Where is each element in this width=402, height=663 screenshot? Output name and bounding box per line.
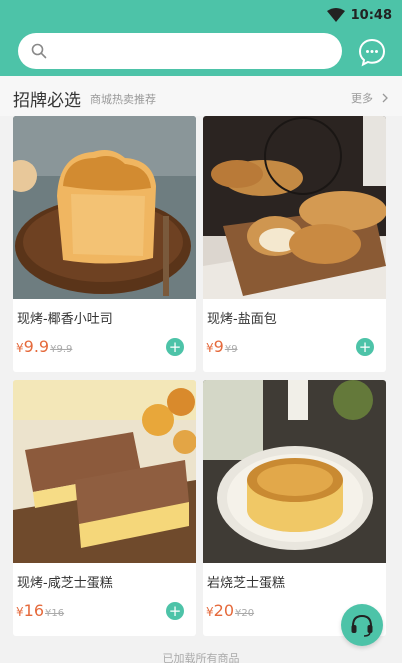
wifi-icon [326,8,345,22]
app-header: 10:48 [0,0,402,76]
chat-icon[interactable] [357,37,387,67]
add-to-cart-button[interactable]: + [166,338,184,356]
product-price: ¥16¥16 [16,601,64,620]
product-price: ¥9¥9 [206,337,238,356]
add-to-cart-button[interactable]: + [166,602,184,620]
original-price: ¥20 [235,608,255,619]
plus-icon: + [168,602,182,620]
product-price: ¥20¥20 [206,601,254,620]
product-name: 现烤-咸芝士蛋糕 [17,576,113,591]
price-value: 9.9 [23,337,50,356]
loaded-all-text: 已加载所有商品 [162,652,240,663]
status-time: 10:48 [350,7,392,23]
product-name: 现烤-盐面包 [207,312,277,327]
section-header: 招牌必选 商城热卖推荐 更多 [0,76,402,116]
headset-icon [351,614,373,637]
product-image-coconut-toast[interactable] [13,116,196,299]
product-card[interactable]: 现烤-咸芝士蛋糕 ¥16¥16 + [13,380,196,636]
original-price: ¥9.9 [50,344,73,355]
currency-symbol: ¥ [206,341,214,355]
section-title: 招牌必选 [13,91,81,111]
search-bar[interactable] [18,33,342,69]
search-icon [31,43,47,59]
add-to-cart-button[interactable]: + [356,338,374,356]
plus-icon: + [168,338,182,356]
product-name: 岩烧芝士蛋糕 [207,576,286,591]
search-input[interactable] [55,43,315,59]
original-price: ¥9 [224,344,238,355]
plus-icon: + [358,338,372,356]
price-value: 20 [213,601,234,620]
currency-symbol: ¥ [16,341,24,355]
product-price: ¥9.9¥9.9 [16,337,72,356]
product-image-savory-cheesecake[interactable] [13,380,196,563]
product-card[interactable]: 现烤-盐面包 ¥9¥9 + [203,116,386,372]
status-bar: 10:48 [326,6,392,24]
price-value: 16 [23,601,44,620]
price-value: 9 [213,337,224,356]
original-price: ¥16 [45,608,65,619]
customer-service-button[interactable] [341,604,383,646]
product-card[interactable]: 现烤-椰香小吐司 ¥9.9¥9.9 + [13,116,196,372]
more-link[interactable]: 更多 [351,90,388,106]
more-label: 更多 [351,92,373,105]
section-subtitle: 商城热卖推荐 [90,93,156,106]
chevron-right-icon [382,93,388,103]
product-card[interactable]: 岩烧芝士蛋糕 ¥20¥20 [203,380,386,636]
currency-symbol: ¥ [16,605,24,619]
product-name: 现烤-椰香小吐司 [17,312,113,327]
product-image-baked-cheesecake[interactable] [203,380,386,563]
currency-symbol: ¥ [206,605,214,619]
product-image-salt-bread[interactable] [203,116,386,299]
